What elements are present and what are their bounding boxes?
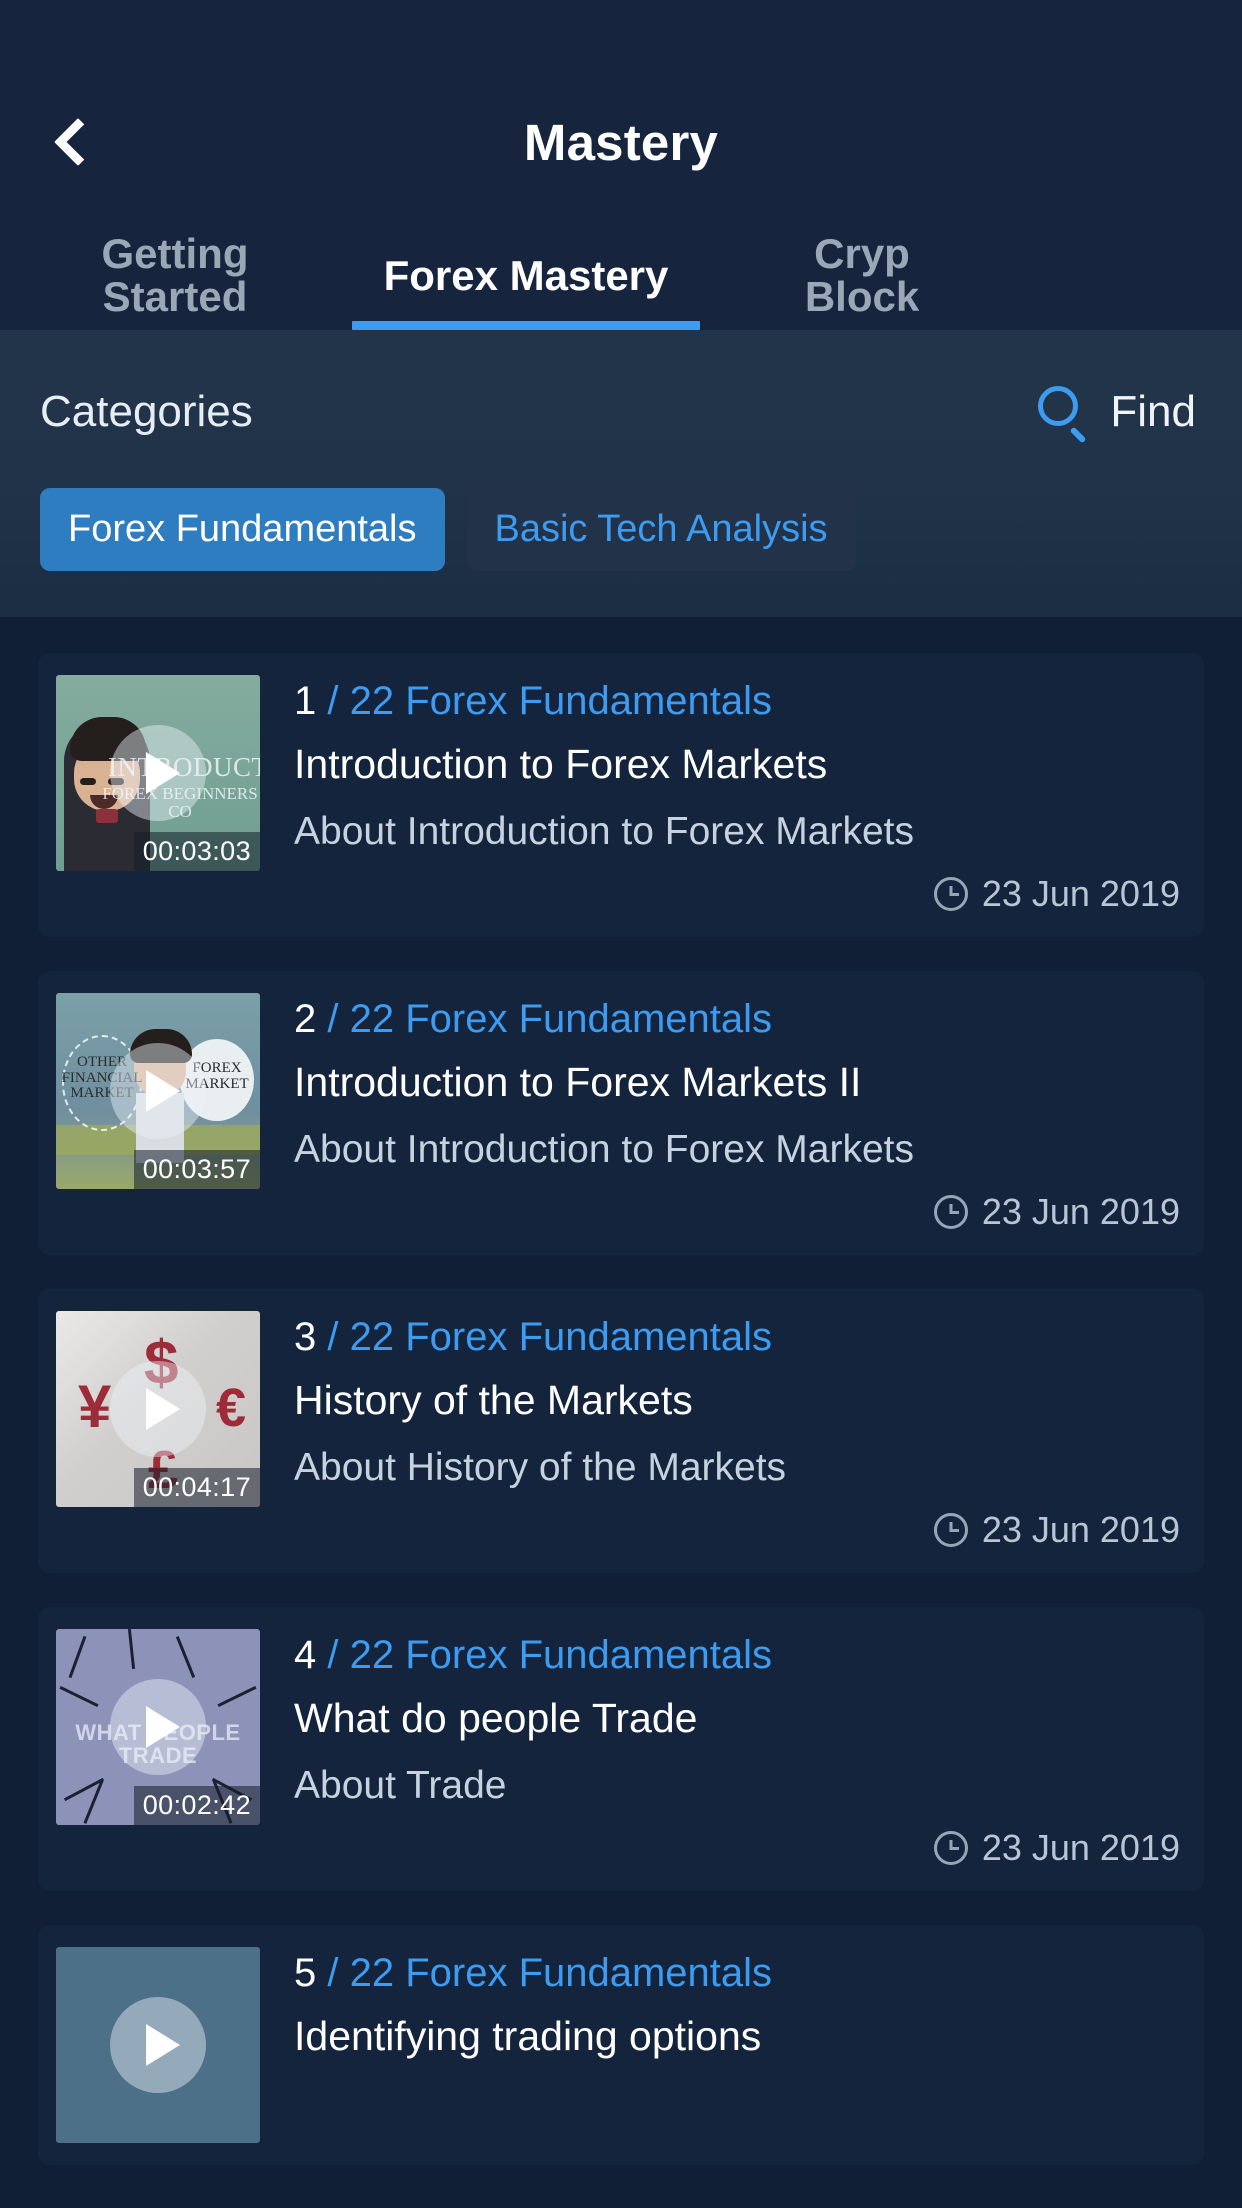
categories-header: Categories Find [40, 386, 1202, 438]
tab-bar: Getting Started Forex Mastery Cryp Block [0, 222, 1242, 330]
lesson-duration: 00:02:42 [134, 1786, 260, 1825]
play-icon[interactable] [110, 1043, 206, 1139]
lesson-about: About History of the Markets [294, 1446, 1180, 1491]
lesson-index: 2 [294, 997, 316, 1041]
lesson-info: 1 / 22 Forex Fundamentals Introduction t… [260, 675, 1180, 915]
category-chip-list: Forex Fundamentals Basic Tech Analysis [40, 488, 1202, 571]
status-bar [0, 0, 1242, 62]
lesson-index: 3 [294, 1315, 316, 1359]
categories-panel: Categories Find Forex Fundamentals Basic… [0, 330, 1242, 617]
lesson-date: 23 Jun 2019 [982, 1827, 1180, 1869]
lesson-thumbnail[interactable] [56, 1947, 260, 2143]
back-button[interactable] [30, 94, 126, 190]
lesson-dateline: 23 Jun 2019 [294, 873, 1180, 915]
lesson-info: 2 / 22 Forex Fundamentals Introduction t… [260, 993, 1180, 1233]
lesson-title: History of the Markets [294, 1377, 1180, 1424]
lesson-index: 4 [294, 1633, 316, 1677]
lesson-dateline: 23 Jun 2019 [294, 1191, 1180, 1233]
lesson-total-category: / 22 Forex Fundamentals [327, 1315, 772, 1359]
categories-title: Categories [40, 387, 253, 437]
lesson-thumbnail[interactable]: OTHER FINANCIAL MARKET FOREX MARKET 00:0… [56, 993, 260, 1189]
play-icon[interactable] [110, 1679, 206, 1775]
clock-icon [934, 877, 968, 911]
lesson-duration: 00:04:17 [134, 1468, 260, 1507]
search-icon [1036, 386, 1088, 438]
clock-icon [934, 1513, 968, 1547]
lesson-duration: 00:03:57 [134, 1150, 260, 1189]
lesson-about: About Trade [294, 1764, 1180, 1809]
lesson-card[interactable]: ¥ $ € £ 00:04:17 3 / 22 Forex Fundamenta… [38, 1289, 1204, 1573]
category-chip-forex-fundamentals[interactable]: Forex Fundamentals [40, 488, 445, 571]
lesson-card[interactable]: WHAT PEOPLE TRADE 00:02:42 4 / 22 Forex … [38, 1607, 1204, 1891]
find-label: Find [1110, 387, 1196, 437]
lesson-info: 5 / 22 Forex Fundamentals Identifying tr… [260, 1947, 1180, 2143]
lesson-title: Introduction to Forex Markets [294, 741, 1180, 788]
find-button[interactable]: Find [1036, 386, 1202, 438]
lesson-meta: 5 / 22 Forex Fundamentals [294, 1951, 1180, 1995]
tab-getting-started[interactable]: Getting Started [0, 222, 350, 330]
clock-icon [934, 1195, 968, 1229]
lesson-total-category: / 22 Forex Fundamentals [327, 997, 772, 1041]
lesson-meta: 1 / 22 Forex Fundamentals [294, 679, 1180, 723]
page-title: Mastery [524, 113, 718, 172]
lesson-dateline: 23 Jun 2019 [294, 1509, 1180, 1551]
lesson-info: 3 / 22 Forex Fundamentals History of the… [260, 1311, 1180, 1551]
lesson-total-category: / 22 Forex Fundamentals [327, 1633, 772, 1677]
lesson-total-category: / 22 Forex Fundamentals [327, 1951, 772, 1995]
play-icon[interactable] [110, 1997, 206, 2093]
lesson-date: 23 Jun 2019 [982, 873, 1180, 915]
lesson-thumbnail[interactable]: ¥ $ € £ 00:04:17 [56, 1311, 260, 1507]
tab-forex-mastery[interactable]: Forex Mastery [350, 222, 702, 330]
lesson-thumbnail[interactable]: WHAT PEOPLE TRADE 00:02:42 [56, 1629, 260, 1825]
play-icon[interactable] [110, 725, 206, 821]
play-icon[interactable] [110, 1361, 206, 1457]
lesson-index: 1 [294, 679, 316, 723]
lesson-dateline: 23 Jun 2019 [294, 1827, 1180, 1869]
lesson-title: Introduction to Forex Markets II [294, 1059, 1180, 1106]
lesson-title: Identifying trading options [294, 2013, 1180, 2060]
lesson-about: About Introduction to Forex Markets [294, 810, 1180, 855]
lesson-index: 5 [294, 1951, 316, 1995]
lesson-card[interactable]: 5 / 22 Forex Fundamentals Identifying tr… [38, 1925, 1204, 2165]
lesson-duration: 00:03:03 [134, 832, 260, 871]
clock-icon [934, 1831, 968, 1865]
lesson-card[interactable]: OTHER FINANCIAL MARKET FOREX MARKET 00:0… [38, 971, 1204, 1255]
app-root: Mastery Getting Started Forex Mastery Cr… [0, 0, 1242, 2208]
lesson-date: 23 Jun 2019 [982, 1191, 1180, 1233]
lesson-list: INTRODUCTION FOREX BEGINNERS CO 00:03:03… [0, 617, 1242, 2165]
navigation-bar: Mastery [0, 62, 1242, 222]
tab-crypto-blockchain[interactable]: Cryp Block [702, 222, 1022, 330]
chevron-left-icon [54, 118, 102, 166]
lesson-meta: 4 / 22 Forex Fundamentals [294, 1633, 1180, 1677]
lesson-card[interactable]: INTRODUCTION FOREX BEGINNERS CO 00:03:03… [38, 653, 1204, 937]
lesson-about: About Introduction to Forex Markets [294, 1128, 1180, 1173]
category-chip-basic-tech-analysis[interactable]: Basic Tech Analysis [467, 488, 856, 571]
lesson-meta: 3 / 22 Forex Fundamentals [294, 1315, 1180, 1359]
lesson-info: 4 / 22 Forex Fundamentals What do people… [260, 1629, 1180, 1869]
lesson-date: 23 Jun 2019 [982, 1509, 1180, 1551]
lesson-thumbnail[interactable]: INTRODUCTION FOREX BEGINNERS CO 00:03:03 [56, 675, 260, 871]
lesson-title: What do people Trade [294, 1695, 1180, 1742]
lesson-total-category: / 22 Forex Fundamentals [327, 679, 772, 723]
lesson-meta: 2 / 22 Forex Fundamentals [294, 997, 1180, 1041]
